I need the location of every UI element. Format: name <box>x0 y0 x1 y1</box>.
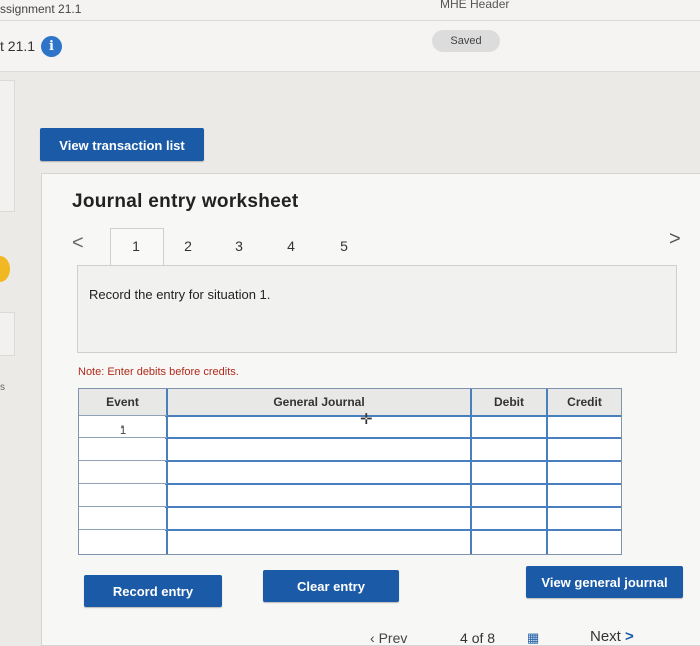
view-transaction-list-button[interactable]: View transaction list <box>40 128 204 161</box>
column-header-credit: Credit <box>548 389 621 415</box>
grid-line <box>79 506 167 507</box>
column-header-debit: Debit <box>472 389 546 415</box>
tab-3[interactable]: 3 <box>229 238 249 254</box>
grid-line <box>79 415 167 416</box>
move-cursor-icon: ✛ <box>360 411 373 428</box>
tab-2[interactable]: 2 <box>178 238 198 254</box>
saved-status-badge: Saved <box>432 30 500 52</box>
side-panel-fragment <box>0 80 15 212</box>
side-label: s <box>0 382 5 393</box>
column-header-event: Event • <box>79 389 166 433</box>
tab-5[interactable]: 5 <box>334 238 354 254</box>
assignment-title: ssignment 21.1 <box>0 2 82 16</box>
grid-line <box>165 506 621 508</box>
grid-line <box>165 529 621 531</box>
grid-line <box>165 483 621 485</box>
note-text: Note: Enter debits before credits. <box>78 366 239 378</box>
question-header-bar <box>0 21 700 72</box>
tab-4[interactable]: 4 <box>281 238 301 254</box>
question-number: t 21.1 <box>0 38 36 54</box>
grid-line <box>79 460 167 461</box>
view-general-journal-button[interactable]: View general journal <box>526 566 683 598</box>
clear-entry-button[interactable]: Clear entry <box>263 570 399 602</box>
column-header-general-journal: General Journal <box>168 389 470 415</box>
credit-input[interactable] <box>548 417 621 437</box>
prompt-box <box>77 265 677 353</box>
chevron-right-icon[interactable]: > <box>669 228 681 251</box>
side-indicator-dot <box>0 256 10 282</box>
grid-line <box>79 437 167 438</box>
grid-line <box>165 437 621 439</box>
grid-line <box>79 529 167 530</box>
next-button[interactable]: Next > <box>590 628 634 645</box>
record-entry-button[interactable]: Record entry <box>84 575 222 607</box>
event-cell: 1 <box>119 425 127 437</box>
debit-input[interactable] <box>472 417 546 437</box>
assignment-title-bar <box>0 0 700 21</box>
tab-1[interactable]: 1 <box>126 238 146 254</box>
account-input[interactable] <box>168 417 470 437</box>
info-icon[interactable]: i <box>41 36 62 57</box>
grid-line <box>79 483 167 484</box>
worksheet-title: Journal entry worksheet <box>72 191 299 212</box>
mhe-header-label: MHE Header <box>440 0 510 11</box>
chevron-left-icon[interactable]: < <box>72 232 84 255</box>
journal-table: Event • General Journal Debit Credit 1 <box>78 388 622 555</box>
grid-line <box>165 460 621 462</box>
side-panel-fragment <box>0 312 15 356</box>
prompt-text: Record the entry for situation 1. <box>89 287 271 302</box>
chevron-right-icon: > <box>625 628 634 645</box>
